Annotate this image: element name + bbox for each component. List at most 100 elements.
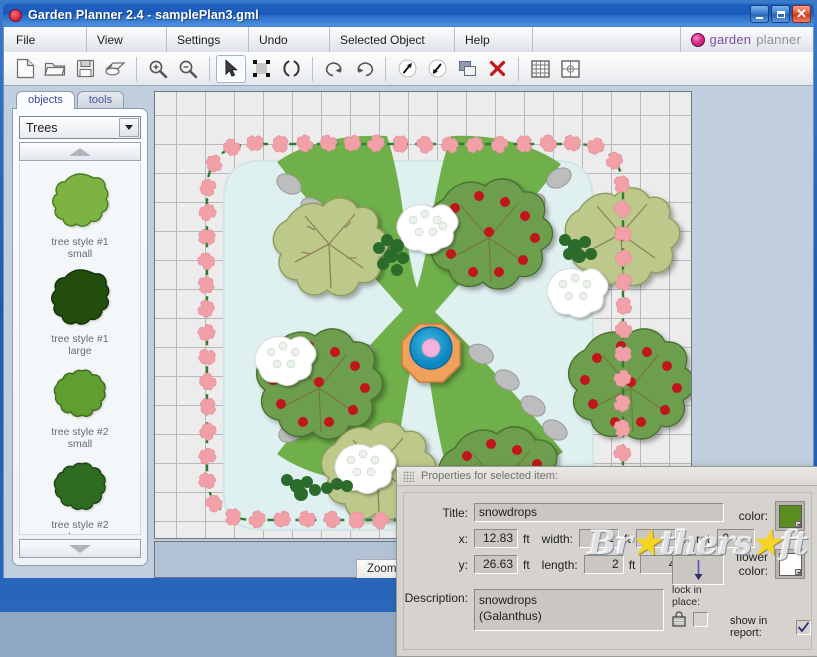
snap-grid-icon[interactable]	[555, 55, 585, 83]
menu-item-undo[interactable]: Undo	[249, 27, 330, 52]
properties-form: Title: snowdrops x: 12.83 ft width: 2 ft…	[403, 492, 812, 650]
title-bar: Garden Planner 2.4 - samplePlan3.gml ✕	[3, 3, 814, 27]
length-feet-input[interactable]: 2	[583, 555, 624, 574]
flip-down-icon[interactable]	[422, 55, 452, 83]
show-in-report-checkbox[interactable]	[796, 619, 811, 635]
list-item-caption: tree style #2 small	[51, 426, 108, 450]
lock-in-place-checkbox[interactable]	[693, 611, 708, 627]
menu-item-selected-object[interactable]: Selected Object	[330, 27, 455, 52]
description-line-1: snowdrops	[479, 593, 538, 607]
minimize-button[interactable]	[750, 5, 769, 23]
width-feet-input[interactable]: 2	[579, 529, 620, 548]
menu-item-help[interactable]: Help	[455, 27, 533, 52]
caption-line-1: tree style #1	[51, 236, 109, 248]
y-field-label: y:	[458, 557, 468, 572]
tree-style-2-large-icon	[53, 462, 106, 510]
properties-dialog-titlebar[interactable]: Properties for selected item:	[397, 467, 817, 486]
color-label: color:	[738, 509, 768, 523]
object-list-scroll-down-button[interactable]	[19, 539, 141, 558]
width-inches-unit: in	[680, 531, 691, 546]
snowdrop-cluster-2	[546, 268, 609, 318]
properties-dialog[interactable]: Properties for selected item: Title: sno…	[396, 466, 817, 657]
main-body: objects tools Trees tree style #1 small …	[3, 86, 817, 657]
caption-line-2: large	[51, 531, 108, 534]
color-swatch-button[interactable]	[775, 501, 805, 531]
object-list-scroll-up-button[interactable]	[19, 142, 141, 161]
menu-item-view[interactable]: View	[87, 27, 167, 52]
tab-objects[interactable]: objects	[16, 91, 75, 109]
triangle-down-icon	[69, 544, 91, 553]
menu-item-file[interactable]: File	[4, 27, 87, 52]
width-inches-input[interactable]: 4	[635, 529, 676, 548]
open-folder-icon[interactable]	[40, 55, 70, 83]
flip-up-icon[interactable]	[392, 55, 422, 83]
color-dropdown-corner-icon[interactable]	[795, 521, 801, 527]
flower-color-label-line-1: flower	[735, 550, 768, 564]
brand-flower-icon	[690, 32, 705, 47]
list-item-caption: tree style #1 large	[51, 333, 108, 357]
zoom-in-icon[interactable]	[143, 55, 173, 83]
lock-in-place-group: lock in place:	[672, 584, 708, 627]
maximize-icon	[776, 10, 785, 18]
lock-label-line-1: lock in	[672, 584, 702, 596]
object-list[interactable]: tree style #1 small tree style #1 large	[19, 163, 141, 535]
caption-line-2: small	[67, 438, 93, 450]
length-field-label: length:	[541, 557, 578, 572]
x-unit-label: ft	[523, 531, 530, 546]
color-group: color:	[739, 501, 805, 531]
chevron-down-icon[interactable]	[119, 118, 139, 137]
rotate-left-icon[interactable]	[319, 55, 349, 83]
window-title: Garden Planner 2.4 - samplePlan3.gml	[28, 8, 259, 22]
new-file-icon[interactable]	[10, 55, 40, 83]
maximize-button[interactable]	[771, 5, 790, 23]
rotation-input[interactable]: 0	[717, 529, 756, 548]
application-window: Garden Planner 2.4 - samplePlan3.gml ✕ F…	[0, 0, 817, 657]
marquee-select-icon[interactable]	[246, 55, 276, 83]
list-item[interactable]: tree style #1 large	[20, 260, 140, 357]
rotate-free-icon[interactable]	[276, 55, 306, 83]
title-input[interactable]: snowdrops	[474, 503, 724, 522]
properties-dialog-title: Properties for selected item:	[421, 470, 558, 482]
delete-icon[interactable]	[482, 55, 512, 83]
list-item[interactable]: tree style #1 small	[20, 163, 140, 260]
y-input[interactable]: 26.63	[474, 555, 518, 574]
show-in-report-label: show in report:	[730, 615, 768, 639]
menu-item-settings[interactable]: Settings	[167, 27, 249, 52]
checkmark-icon	[797, 621, 810, 632]
length-feet-unit: ft	[628, 557, 636, 572]
direction-arrow-button[interactable]	[672, 555, 724, 585]
left-sidebar: objects tools Trees tree style #1 small …	[4, 86, 152, 578]
category-dropdown[interactable]: Trees	[19, 116, 141, 139]
print-icon[interactable]	[100, 55, 130, 83]
flower-color-label-line-2: color:	[738, 564, 768, 578]
objects-panel: Trees tree style #1 small tree style #1 …	[12, 108, 148, 566]
menu-spacer	[533, 27, 681, 52]
caption-line-1: tree style #1	[51, 333, 109, 345]
width-feet-unit: ft	[624, 531, 631, 546]
tree-style-2-small-icon	[53, 369, 106, 417]
toolbar	[3, 52, 814, 86]
caption-line-2: small	[67, 248, 93, 260]
list-item-caption: tree style #1 small	[51, 236, 108, 260]
flower-color-dropdown-corner-icon[interactable]	[795, 569, 801, 575]
select-arrow-icon[interactable]	[216, 54, 246, 83]
x-input[interactable]: 12.83	[474, 529, 518, 548]
grid-icon[interactable]	[525, 55, 555, 83]
list-item[interactable]: tree style #2 small	[20, 357, 140, 450]
save-disk-icon[interactable]	[70, 55, 100, 83]
flower-color-swatch-button[interactable]	[775, 549, 805, 579]
zoom-out-icon[interactable]	[173, 55, 203, 83]
tree-style-1-large-icon	[51, 269, 110, 325]
rotate-right-icon[interactable]	[349, 55, 379, 83]
close-button[interactable]: ✕	[792, 5, 811, 23]
toolbar-separator	[518, 56, 519, 81]
list-item-caption: tree style #2 large	[51, 519, 108, 534]
caption-line-1: tree style #2	[51, 426, 109, 438]
tab-tools[interactable]: tools	[76, 91, 125, 109]
description-textarea[interactable]: snowdrops (Galanthus)	[474, 589, 664, 631]
description-field-label: Description:	[404, 591, 468, 605]
drag-grip-icon[interactable]	[403, 470, 414, 482]
category-selected-label: Trees	[26, 120, 58, 135]
duplicate-icon[interactable]	[452, 55, 482, 83]
list-item[interactable]: tree style #2 large	[20, 450, 140, 534]
